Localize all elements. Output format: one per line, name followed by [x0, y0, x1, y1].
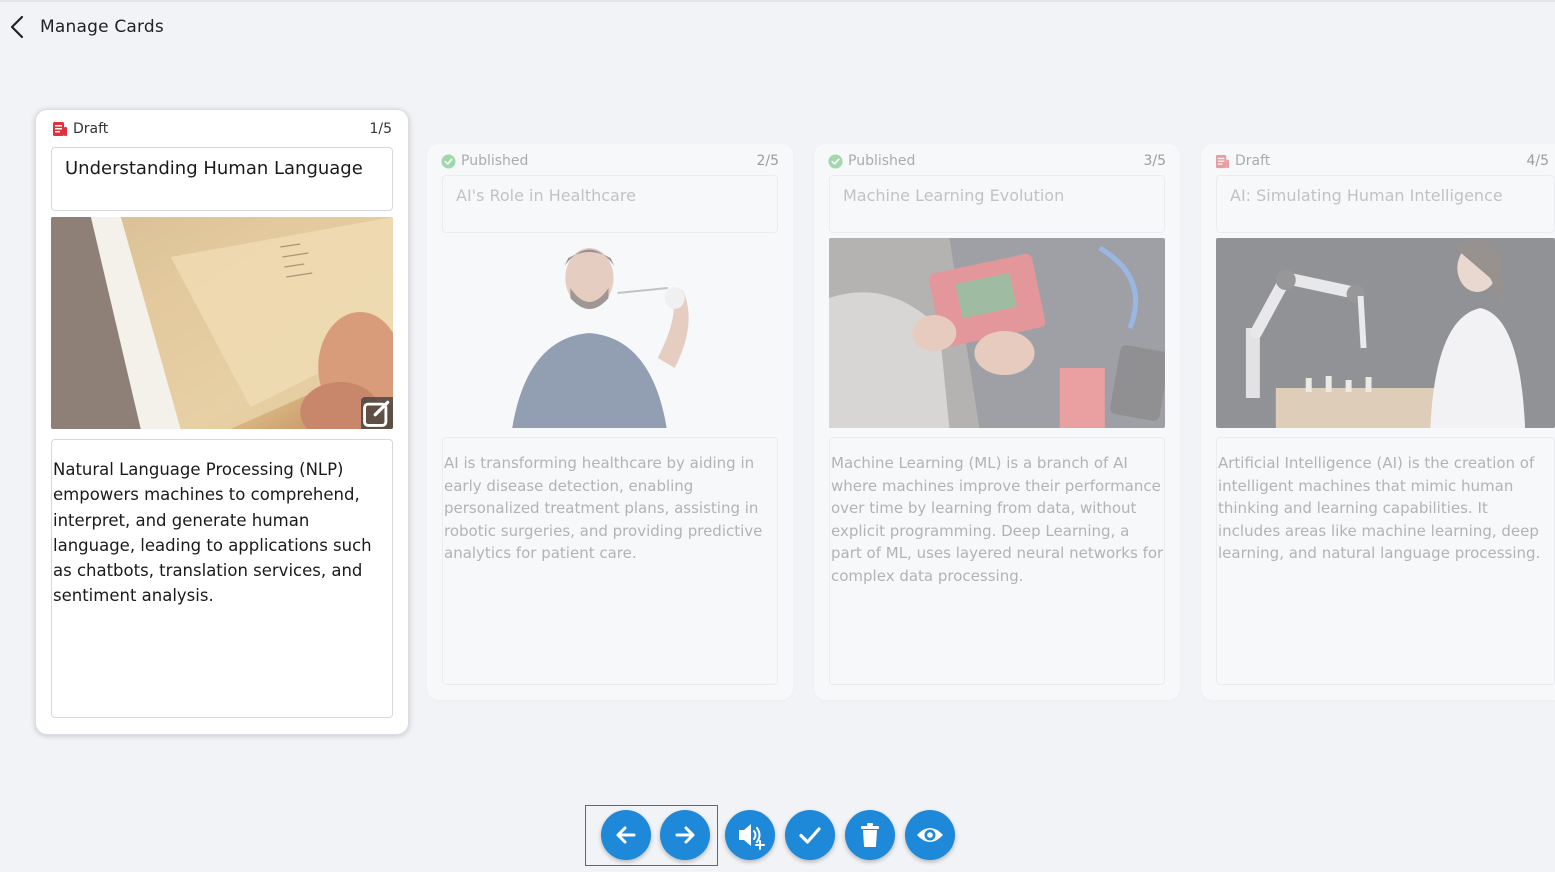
card-title-field[interactable]: AI's Role in Healthcare	[442, 175, 778, 233]
card-description-field[interactable]: AI is transforming healthcare by aiding …	[442, 437, 778, 685]
status-label: Draft	[73, 121, 109, 137]
status-label: Draft	[1235, 153, 1271, 169]
robotics-photo	[829, 238, 1165, 428]
book-photo	[51, 217, 393, 429]
status-label: Published	[461, 153, 529, 169]
top-divider	[0, 0, 1555, 2]
edit-image-button[interactable]	[361, 397, 393, 429]
card-counter: 1/5	[369, 121, 392, 137]
card-image	[442, 238, 778, 428]
delete-card-button[interactable]	[845, 810, 895, 860]
card-2[interactable]: Published 2/5 AI's Role in Healthcare AI…	[427, 144, 793, 700]
doctor-photo	[442, 238, 778, 428]
card-status-row: Published 2/5	[441, 151, 779, 171]
edit-icon	[363, 400, 390, 427]
card-1[interactable]: Draft 1/5 Understanding Human Language N…	[35, 109, 409, 735]
card-status-row: Draft 1/5	[52, 119, 392, 139]
previous-card-button[interactable]	[601, 810, 651, 860]
document-icon	[53, 122, 67, 136]
card-counter: 4/5	[1526, 153, 1549, 169]
chevron-left-icon	[10, 15, 24, 39]
card-status-row: Published 3/5	[828, 151, 1166, 171]
robot-arm-chess-photo	[1216, 238, 1555, 428]
status-label: Published	[848, 153, 916, 169]
card-status-row: Draft 4/5	[1215, 151, 1549, 171]
status-badge: Published	[441, 153, 528, 169]
card-image	[51, 217, 393, 429]
page-title: Manage Cards	[40, 17, 164, 37]
arrow-left-icon	[616, 826, 636, 844]
card-description-field[interactable]: Natural Language Processing (NLP) empowe…	[51, 439, 393, 718]
status-badge: Draft	[52, 121, 108, 137]
check-icon	[799, 827, 821, 844]
add-audio-button[interactable]	[725, 810, 775, 860]
status-badge: Draft	[1215, 153, 1270, 169]
card-image	[829, 238, 1165, 428]
approve-card-button[interactable]	[785, 810, 835, 860]
check-circle-icon	[828, 153, 843, 169]
trash-icon	[861, 823, 879, 847]
card-4[interactable]: Draft 4/5 AI: Simulating Human Intellige…	[1201, 144, 1555, 700]
preview-card-button[interactable]	[905, 810, 955, 860]
eye-icon	[917, 828, 943, 842]
next-card-button[interactable]	[660, 810, 710, 860]
document-icon	[1215, 154, 1230, 168]
card-counter: 3/5	[1143, 153, 1166, 169]
card-3[interactable]: Published 3/5 Machine Learning Evolution…	[814, 144, 1180, 700]
card-description-field[interactable]: Machine Learning (ML) is a branch of AI …	[829, 437, 1165, 685]
arrow-right-icon	[675, 826, 695, 844]
speaker-plus-icon	[739, 824, 765, 850]
header: Manage Cards	[8, 12, 164, 42]
status-badge: Published	[828, 153, 915, 169]
card-title-field[interactable]: AI: Simulating Human Intelligence	[1216, 175, 1555, 233]
card-counter: 2/5	[756, 153, 779, 169]
card-description-field[interactable]: Artificial Intelligence (AI) is the crea…	[1216, 437, 1555, 685]
back-button[interactable]	[8, 13, 26, 41]
card-title-field[interactable]: Machine Learning Evolution	[829, 175, 1165, 233]
card-title-field[interactable]: Understanding Human Language	[51, 147, 393, 211]
check-circle-icon	[441, 153, 456, 169]
card-image	[1216, 238, 1555, 428]
